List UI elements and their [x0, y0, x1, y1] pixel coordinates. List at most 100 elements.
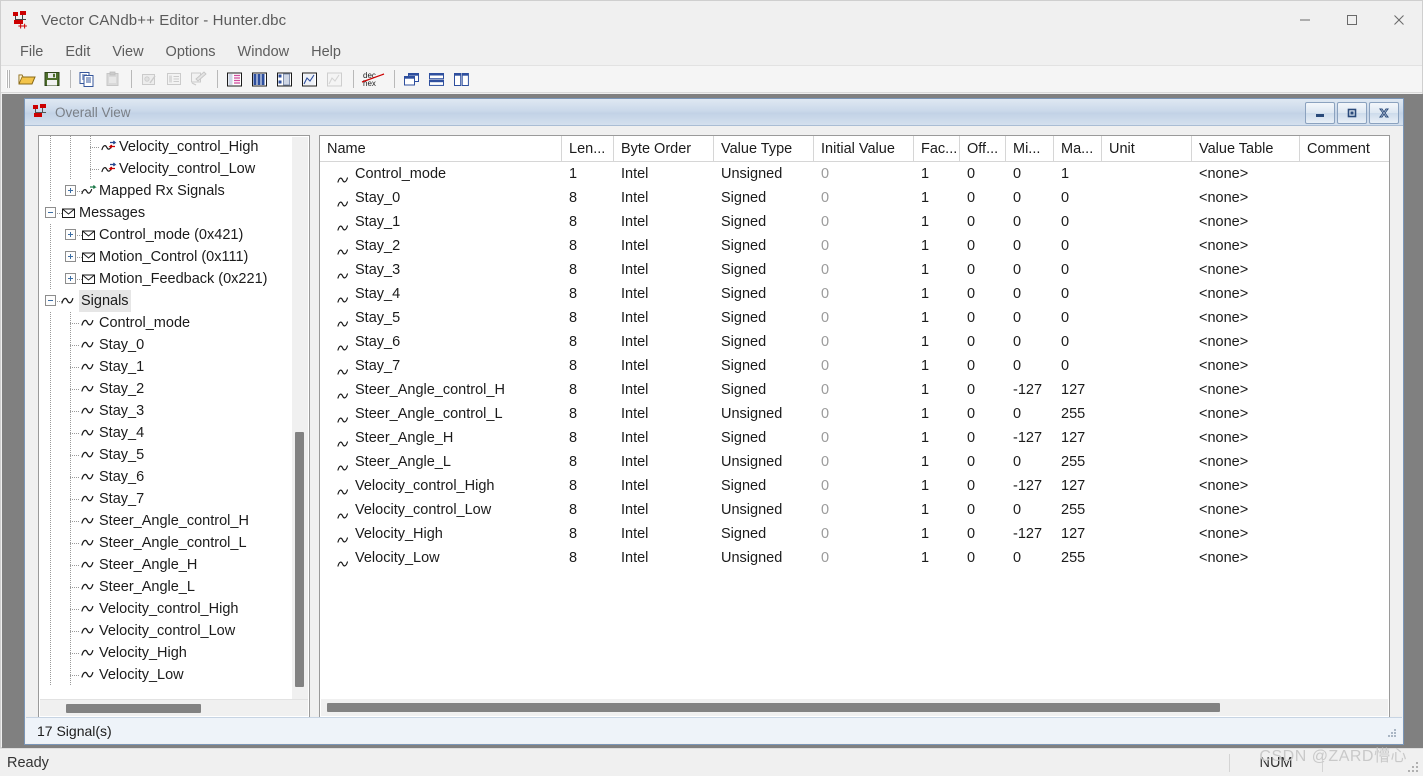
tree-item-steer-angle-control-l[interactable]: Steer_Angle_control_L	[39, 532, 293, 554]
grid-column-header-ma[interactable]: Ma...	[1054, 136, 1102, 161]
table-row[interactable]: Stay_6 8 Intel Signed 0 1 0 0 0 <none>	[320, 330, 1389, 354]
table-row[interactable]: Control_mode 1 Intel Unsigned 0 1 0 0 1 <none>	[320, 162, 1389, 186]
window-resize-grip[interactable]	[1408, 762, 1420, 774]
grid-column-header-len[interactable]: Len...	[562, 136, 614, 161]
table-row[interactable]: Stay_5 8 Intel Signed 0 1 0 0 0 <none>	[320, 306, 1389, 330]
properties-icon[interactable]	[162, 68, 185, 90]
paste-icon[interactable]	[101, 68, 124, 90]
tree-item-control-mode-0x421[interactable]: Control_mode (0x421)	[39, 224, 293, 246]
expand-node-icon[interactable]	[65, 185, 76, 196]
minimize-button[interactable]	[1281, 1, 1328, 39]
overall-view-icon[interactable]	[223, 68, 246, 90]
edit-object-icon[interactable]	[137, 68, 160, 90]
consistency-check-icon[interactable]	[187, 68, 210, 90]
tree-item-motion-feedback-0x221[interactable]: Motion_Feedback (0x221)	[39, 268, 293, 290]
table-row[interactable]: Steer_Angle_control_H 8 Intel Signed 0 1 0 -127…	[320, 378, 1389, 402]
signals-view-icon[interactable]	[323, 68, 346, 90]
tree-item-stay-6[interactable]: Stay_6	[39, 466, 293, 488]
signals-grid-pane[interactable]: Name Len... Byte Order Value Type Initial Va…	[319, 135, 1390, 718]
signal-name-label: Stay_6	[355, 334, 401, 350]
table-row[interactable]: Stay_3 8 Intel Signed 0 1 0 0 0 <none>	[320, 258, 1389, 282]
tree-item-stay-2[interactable]: Stay_2	[39, 378, 293, 400]
menu-options[interactable]: Options	[155, 42, 227, 62]
tree-item-steer-angle-l[interactable]: Steer_Angle_L	[39, 576, 293, 598]
mdi-resize-grip[interactable]	[1387, 728, 1398, 739]
tree-item-stay-1[interactable]: Stay_1	[39, 356, 293, 378]
grid-body[interactable]: Control_mode 1 Intel Unsigned 0 1 0 0 1 <none> Sta…	[320, 162, 1389, 570]
tree-item-velocity-low[interactable]: Velocity_Low	[39, 664, 293, 686]
networks-view-icon[interactable]	[248, 68, 271, 90]
table-row[interactable]: Stay_4 8 Intel Signed 0 1 0 0 0 <none>	[320, 282, 1389, 306]
grid-column-header-mi[interactable]: Mi...	[1006, 136, 1054, 161]
table-row[interactable]: Velocity_control_High 8 Intel Signed 0 1 0 -127…	[320, 474, 1389, 498]
table-row[interactable]: Stay_1 8 Intel Signed 0 1 0 0 0 <none>	[320, 210, 1389, 234]
tree-item-stay-5[interactable]: Stay_5	[39, 444, 293, 466]
tree-item-stay-0[interactable]: Stay_0	[39, 334, 293, 356]
table-row[interactable]: Steer_Angle_control_L 8 Intel Unsigned 0 1 0 0 2…	[320, 402, 1389, 426]
save-icon[interactable]	[40, 68, 63, 90]
tree-item-motion-control-0x111[interactable]: Motion_Control (0x111)	[39, 246, 293, 268]
table-row[interactable]: Stay_2 8 Intel Signed 0 1 0 0 0 <none>	[320, 234, 1389, 258]
tree-item-velocity-control-low[interactable]: Velocity_control_Low	[39, 620, 293, 642]
grid-column-header-comment[interactable]: Comment	[1300, 136, 1389, 161]
mdi-close-button[interactable]	[1369, 102, 1399, 124]
toolbar-grip[interactable]	[6, 70, 10, 88]
grid-column-header-byte-order[interactable]: Byte Order	[614, 136, 714, 161]
close-button[interactable]	[1375, 1, 1422, 39]
tree-item-velocity-control-high[interactable]: Velocity_control_High	[39, 598, 293, 620]
menu-view[interactable]: View	[101, 42, 154, 62]
tree-item-steer-angle-control-h[interactable]: Steer_Angle_control_H	[39, 510, 293, 532]
collapse-node-icon[interactable]	[45, 295, 56, 306]
tile-horizontal-icon[interactable]	[425, 68, 448, 90]
table-row[interactable]: Stay_7 8 Intel Signed 0 1 0 0 0 <none>	[320, 354, 1389, 378]
object-tree-pane[interactable]: Velocity_control_High Velocity_control_Lo…	[38, 135, 310, 718]
dec-hex-toggle-icon[interactable]: dec hex	[359, 68, 387, 90]
grid-column-header-off[interactable]: Off...	[960, 136, 1006, 161]
tree-item-control-mode[interactable]: Control_mode	[39, 312, 293, 334]
object-tree[interactable]: Velocity_control_High Velocity_control_Lo…	[39, 136, 293, 696]
grid-header-row[interactable]: Name Len... Byte Order Value Type Initial Va…	[320, 136, 1389, 162]
menu-file[interactable]: File	[9, 42, 54, 62]
expand-node-icon[interactable]	[65, 251, 76, 262]
menu-window[interactable]: Window	[227, 42, 301, 62]
tree-item-signals[interactable]: Signals	[39, 290, 293, 312]
tree-item-velocity-high[interactable]: Velocity_High	[39, 642, 293, 664]
cascade-windows-icon[interactable]	[400, 68, 423, 90]
tree-item-stay-4[interactable]: Stay_4	[39, 422, 293, 444]
menu-edit[interactable]: Edit	[54, 42, 101, 62]
grid-column-header-value-table[interactable]: Value Table	[1192, 136, 1300, 161]
tile-vertical-icon[interactable]	[450, 68, 473, 90]
tree-horizontal-scrollbar[interactable]	[40, 699, 308, 716]
tree-item-stay-3[interactable]: Stay_3	[39, 400, 293, 422]
table-row[interactable]: Steer_Angle_L 8 Intel Unsigned 0 1 0 0 255 <none>	[320, 450, 1389, 474]
grid-column-header-value-type[interactable]: Value Type	[714, 136, 814, 161]
messages-view-icon[interactable]	[298, 68, 321, 90]
expand-node-icon[interactable]	[65, 229, 76, 240]
mdi-minimize-button[interactable]	[1305, 102, 1335, 124]
maximize-button[interactable]	[1328, 1, 1375, 39]
table-row[interactable]: Velocity_Low 8 Intel Unsigned 0 1 0 0 255 <none>	[320, 546, 1389, 570]
table-row[interactable]: Stay_0 8 Intel Signed 0 1 0 0 0 <none>	[320, 186, 1389, 210]
tree-vertical-scrollbar[interactable]	[292, 137, 308, 699]
tree-item-stay-7[interactable]: Stay_7	[39, 488, 293, 510]
tree-item-steer-angle-h[interactable]: Steer_Angle_H	[39, 554, 293, 576]
table-row[interactable]: Velocity_control_Low 8 Intel Unsigned 0 1 0 0 25…	[320, 498, 1389, 522]
grid-column-header-name[interactable]: Name	[320, 136, 562, 161]
mdi-restore-button[interactable]	[1337, 102, 1367, 124]
table-row[interactable]: Velocity_High 8 Intel Signed 0 1 0 -127 127 <none…	[320, 522, 1389, 546]
tree-item-messages[interactable]: Messages	[39, 202, 293, 224]
tree-item-mapped-rx-signals[interactable]: Mapped Rx Signals	[39, 180, 293, 202]
table-row[interactable]: Steer_Angle_H 8 Intel Signed 0 1 0 -127 127 <none…	[320, 426, 1389, 450]
grid-column-header-initial-value[interactable]: Initial Value	[814, 136, 914, 161]
collapse-node-icon[interactable]	[45, 207, 56, 218]
open-icon[interactable]	[15, 68, 38, 90]
grid-column-header-fac[interactable]: Fac...	[914, 136, 960, 161]
copy-icon[interactable]	[76, 68, 99, 90]
nodes-view-icon[interactable]	[273, 68, 296, 90]
grid-horizontal-scrollbar[interactable]	[321, 699, 1388, 716]
tree-item-velocity-control-low[interactable]: Velocity_control_Low	[39, 158, 293, 180]
tree-item-velocity-control-high[interactable]: Velocity_control_High	[39, 136, 293, 158]
expand-node-icon[interactable]	[65, 273, 76, 284]
menu-help[interactable]: Help	[300, 42, 352, 62]
grid-column-header-unit[interactable]: Unit	[1102, 136, 1192, 161]
